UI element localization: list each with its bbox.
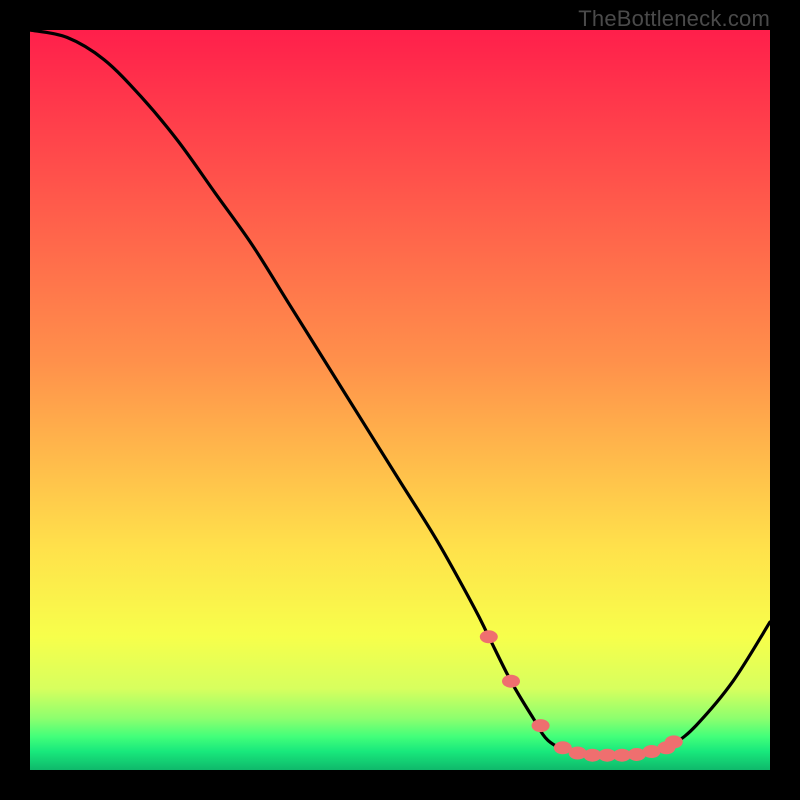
watermark-text: TheBottleneck.com bbox=[578, 6, 770, 32]
chart-frame bbox=[30, 30, 770, 770]
highlight-dot bbox=[480, 630, 498, 643]
highlight-dot bbox=[665, 735, 683, 748]
chart-background bbox=[30, 30, 770, 770]
highlight-dot bbox=[502, 675, 520, 688]
highlight-dot bbox=[532, 719, 550, 732]
highlight-dot bbox=[569, 746, 587, 759]
bottleneck-chart bbox=[30, 30, 770, 770]
